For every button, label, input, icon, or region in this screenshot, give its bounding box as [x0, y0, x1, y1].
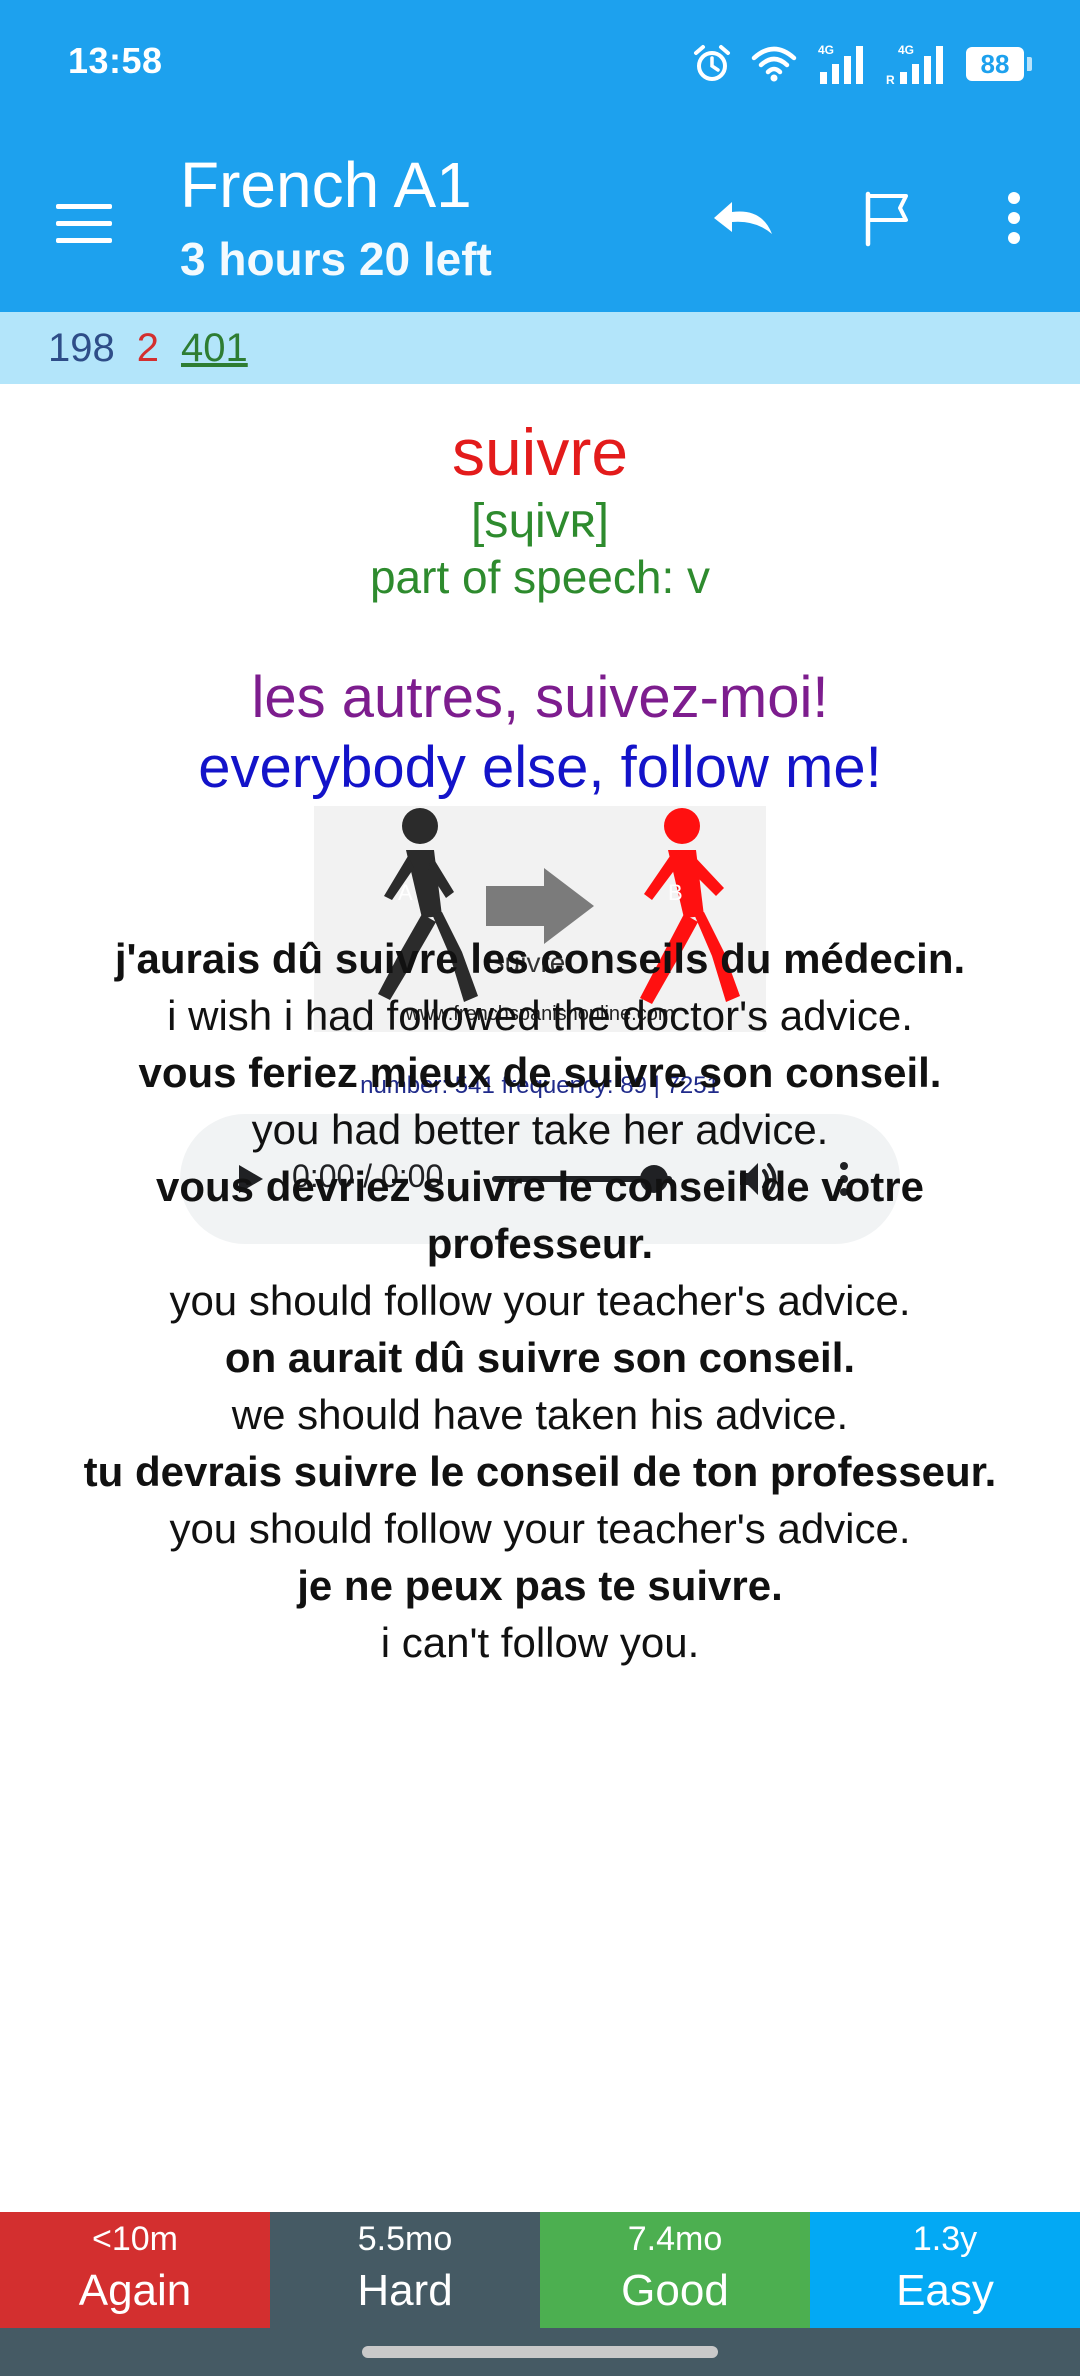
sentence-en: you should follow your teacher's advice. [169, 1505, 911, 1552]
sentence-fr: on aurait dû suivre son conseil. [224, 1334, 856, 1381]
sentence-fr: vous feriez mieux de suivre son conseil. [138, 1049, 942, 1096]
roaming-label: R [886, 73, 895, 86]
network-type-label: 4G [898, 43, 914, 57]
more-vert-icon [1008, 192, 1020, 244]
system-nav-bar [0, 2328, 1080, 2376]
sentence-fr: vous devriez suivre le conseil de votre … [156, 1163, 924, 1267]
app-bar: 13:58 4G R 4G 88 French A1 3 hours 20 le… [0, 0, 1080, 312]
easy-label: Easy [896, 2266, 994, 2315]
again-label: Again [78, 2266, 192, 2315]
card-counts-bar: 198 2 401 [0, 312, 1080, 384]
again-button[interactable]: <10m Again [0, 2212, 270, 2328]
sentence-en: i can't follow you. [380, 1619, 700, 1666]
menu-button[interactable] [40, 180, 128, 268]
hard-label: Hard [357, 2266, 453, 2315]
status-icons: 4G R 4G 88 [692, 40, 1032, 88]
good-button[interactable]: 7.4mo Good [540, 2212, 810, 2328]
hamburger-menu-icon [56, 204, 112, 243]
flag-button[interactable] [844, 174, 932, 262]
undo-button[interactable] [700, 174, 788, 262]
new-count: 198 [48, 325, 115, 370]
card-ipa: [sɥivʀ] [470, 495, 610, 548]
signal-icon-sim2: R 4G [886, 43, 943, 86]
review-count: 401 [181, 325, 248, 370]
good-interval: 7.4mo [627, 2220, 723, 2258]
wifi-icon [751, 46, 797, 82]
network-type-label: 4G [818, 43, 834, 57]
good-label: Good [621, 2266, 729, 2315]
easy-button[interactable]: 1.3y Easy [810, 2212, 1080, 2328]
sentence-en: you should follow your teacher's advice. [169, 1277, 911, 1324]
card-word: suivre [451, 415, 629, 489]
easy-interval: 1.3y [912, 2220, 978, 2258]
sentence-fr: tu devrais suivre le conseil de ton prof… [83, 1448, 997, 1495]
overflow-menu-button[interactable] [970, 174, 1058, 262]
hard-interval: 5.5mo [357, 2220, 453, 2258]
figure-a-label: A [398, 880, 413, 905]
answer-buttons: <10m Again 5.5mo Hard 7.4mo Good 1.3y Ea… [0, 2212, 1080, 2328]
again-interval: <10m [92, 2220, 178, 2258]
example-english: everybody else, follow me! [198, 735, 882, 800]
sentence-en: we should have taken his advice. [231, 1391, 849, 1438]
alarm-icon [694, 45, 730, 81]
example-french: les autres, suivez-moi! [251, 665, 829, 730]
sentence-fr: j'aurais dû suivre les conseils du médec… [114, 935, 966, 982]
undo-icon [714, 202, 772, 234]
status-time: 13:58 [68, 40, 163, 81]
gesture-handle[interactable] [362, 2346, 718, 2358]
hard-button[interactable]: 5.5mo Hard [270, 2212, 540, 2328]
signal-icon-sim1: 4G [818, 43, 863, 84]
sentence-en: you had better take her advice. [251, 1106, 829, 1153]
part-of-speech: part of speech: v [369, 551, 711, 603]
battery-indicator: 88 [966, 47, 1032, 81]
learning-count: 2 [136, 325, 159, 370]
status-bar: 13:58 4G R 4G 88 [0, 0, 1080, 124]
time-remaining: 3 hours 20 left [180, 233, 492, 285]
figure-b-label: B [668, 880, 683, 905]
flag-icon [865, 191, 908, 247]
example-sentences: j'aurais dû suivre les conseils du médec… [40, 930, 1040, 1671]
sentence-fr: je ne peux pas te suivre. [297, 1562, 783, 1609]
sentence-en: i wish i had followed the doctor's advic… [167, 992, 913, 1039]
deck-title: French A1 [180, 149, 472, 221]
toolbar: French A1 3 hours 20 left [0, 124, 1080, 312]
